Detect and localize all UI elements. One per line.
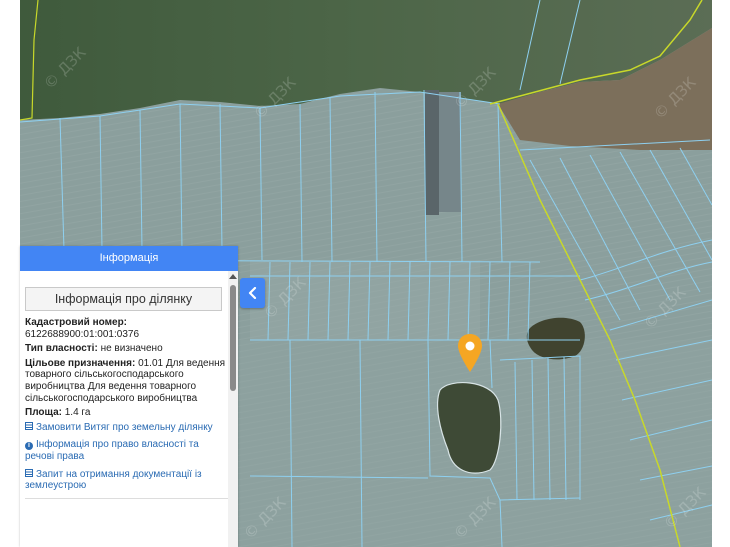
parcel-fields: Кадастровий номер: 6122688900:01:001:037…: [20, 311, 228, 499]
cadastral-row: Кадастровий номер: 6122688900:01:001:037…: [25, 317, 228, 340]
ownership-rights-link[interactable]: i Інформація про право власності та речов…: [25, 439, 228, 462]
scroll-up-arrow[interactable]: [229, 274, 237, 279]
section-title: Інформація про ділянку: [25, 287, 222, 311]
purpose-label: Цільове призначення:: [25, 357, 136, 369]
documentation-request-label: Запит на отримання документації із земле…: [25, 468, 202, 492]
cadastral-label: Кадастровий номер:: [25, 317, 128, 328]
area-value: 1.4 га: [64, 407, 91, 419]
document-icon: [25, 468, 33, 477]
order-extract-link[interactable]: Замовити Витяг про земельну ділянку: [25, 421, 228, 434]
panel-body: Інформація про ділянку Кадастровий номер…: [20, 271, 228, 547]
document-icon: [25, 421, 33, 430]
panel-scrollbar[interactable]: [228, 271, 238, 547]
ownership-rights-label: Інформація про право власності та речові…: [25, 439, 199, 462]
area-row: Площа: 1.4 га: [25, 407, 228, 419]
collapse-panel-button[interactable]: [240, 278, 265, 308]
purpose-row: Цільове призначення: 01.01 Для ведення т…: [25, 358, 228, 404]
ownership-value: не визначено: [100, 343, 163, 355]
dark-strip: [425, 90, 439, 215]
scrollbar-thumb[interactable]: [230, 285, 236, 391]
info-icon: i: [25, 442, 33, 451]
documentation-request-link[interactable]: Запит на отримання документації із земле…: [25, 468, 228, 492]
area-label: Площа:: [25, 407, 62, 419]
tree-cluster: [526, 317, 585, 360]
ownership-label: Тип власності:: [25, 343, 98, 355]
info-panel: Інформація Інформація про ділянку Кадаст…: [20, 246, 238, 547]
ownership-row: Тип власності: не визначено: [25, 343, 228, 355]
panel-header: Інформація: [20, 246, 238, 271]
divider: [25, 497, 228, 499]
order-extract-label: Замовити Витяг про земельну ділянку: [36, 421, 213, 433]
chevron-left-icon: [248, 287, 257, 299]
cadastral-value: 6122688900:01:001:0376: [25, 328, 140, 340]
